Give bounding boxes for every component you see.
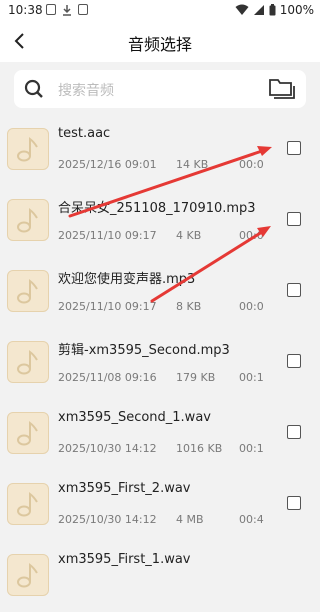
file-name: xm3595_First_1.wav	[58, 552, 191, 567]
file-size: 1016 KB	[176, 442, 223, 455]
file-date: 2025/11/10 09:17	[58, 300, 157, 313]
select-checkbox[interactable]	[287, 496, 301, 510]
file-name: 合呆呆女_251108_170910.mp3	[58, 201, 256, 216]
audio-thumbnail	[7, 199, 49, 241]
music-note-icon	[17, 136, 38, 162]
list-item[interactable]: test.aac 2025/12/16 09:01 14 KB 00:0	[0, 116, 320, 186]
file-duration: 00:4	[239, 513, 264, 526]
file-size: 8 KB	[176, 300, 202, 313]
folder-icon[interactable]	[268, 77, 296, 101]
status-bar: 10:38 100%	[0, 0, 320, 22]
file-duration: 00:0	[239, 158, 264, 171]
audio-thumbnail	[7, 341, 49, 383]
file-size: 179 KB	[176, 371, 216, 384]
select-checkbox[interactable]	[287, 141, 301, 155]
audio-thumbnail	[7, 554, 49, 596]
gallery-notification-icon	[46, 4, 56, 15]
file-duration: 00:0	[239, 229, 264, 242]
notification-icons	[46, 4, 88, 16]
battery-level: 100%	[279, 3, 314, 17]
file-date: 2025/10/30 14:12	[58, 513, 157, 526]
file-size: 4 MB	[176, 513, 204, 526]
file-duration: 00:1	[239, 371, 264, 384]
audio-thumbnail	[7, 270, 49, 312]
header: 音频选择	[0, 22, 320, 62]
music-note-icon	[17, 491, 38, 517]
file-name: 剪辑-xm3595_Second.mp3	[58, 343, 230, 358]
file-date: 2025/11/10 09:17	[58, 229, 157, 242]
file-date: 2025/12/16 09:01	[58, 158, 157, 171]
list-item[interactable]: xm3595_First_1.wav	[0, 542, 320, 612]
wifi-icon	[235, 4, 249, 15]
audio-thumbnail	[7, 128, 49, 170]
signal-icon	[253, 5, 264, 15]
file-name: xm3595_Second_1.wav	[58, 410, 211, 425]
file-duration: 00:0	[239, 300, 264, 313]
file-date: 2025/11/08 09:16	[58, 371, 157, 384]
list-item[interactable]: xm3595_First_2.wav 2025/10/30 14:12 4 MB…	[0, 471, 320, 541]
file-name: test.aac	[58, 126, 111, 141]
list-item[interactable]: 欢迎您使用变声器.mp3 2025/11/10 09:17 8 KB 00:0	[0, 258, 320, 328]
music-note-icon	[17, 562, 38, 588]
list-item[interactable]: 剪辑-xm3595_Second.mp3 2025/11/08 09:16 17…	[0, 329, 320, 399]
music-note-icon	[17, 349, 38, 375]
battery-icon	[269, 4, 276, 16]
music-note-icon	[17, 420, 38, 446]
file-size: 14 KB	[176, 158, 209, 171]
list-item[interactable]: xm3595_Second_1.wav 2025/10/30 14:12 101…	[0, 400, 320, 470]
status-time: 10:38	[8, 3, 43, 17]
select-checkbox[interactable]	[287, 283, 301, 297]
file-date: 2025/10/30 14:12	[58, 442, 157, 455]
list-item[interactable]: 合呆呆女_251108_170910.mp3 2025/11/10 09:17 …	[0, 187, 320, 257]
app-notification-icon	[78, 4, 88, 15]
download-notification-icon	[63, 5, 71, 16]
audio-thumbnail	[7, 412, 49, 454]
select-checkbox[interactable]	[287, 212, 301, 226]
search-icon	[24, 79, 43, 98]
file-name: xm3595_First_2.wav	[58, 481, 191, 496]
audio-thumbnail	[7, 483, 49, 525]
file-size: 4 KB	[176, 229, 202, 242]
select-checkbox[interactable]	[287, 354, 301, 368]
search-bar[interactable]: 搜索音频	[14, 70, 306, 108]
search-input[interactable]: 搜索音频	[58, 80, 114, 100]
file-duration: 00:1	[239, 442, 264, 455]
select-checkbox[interactable]	[287, 425, 301, 439]
file-name: 欢迎您使用变声器.mp3	[58, 272, 196, 287]
music-note-icon	[17, 278, 38, 304]
page-title: 音频选择	[127, 35, 192, 54]
music-note-icon	[17, 207, 38, 233]
